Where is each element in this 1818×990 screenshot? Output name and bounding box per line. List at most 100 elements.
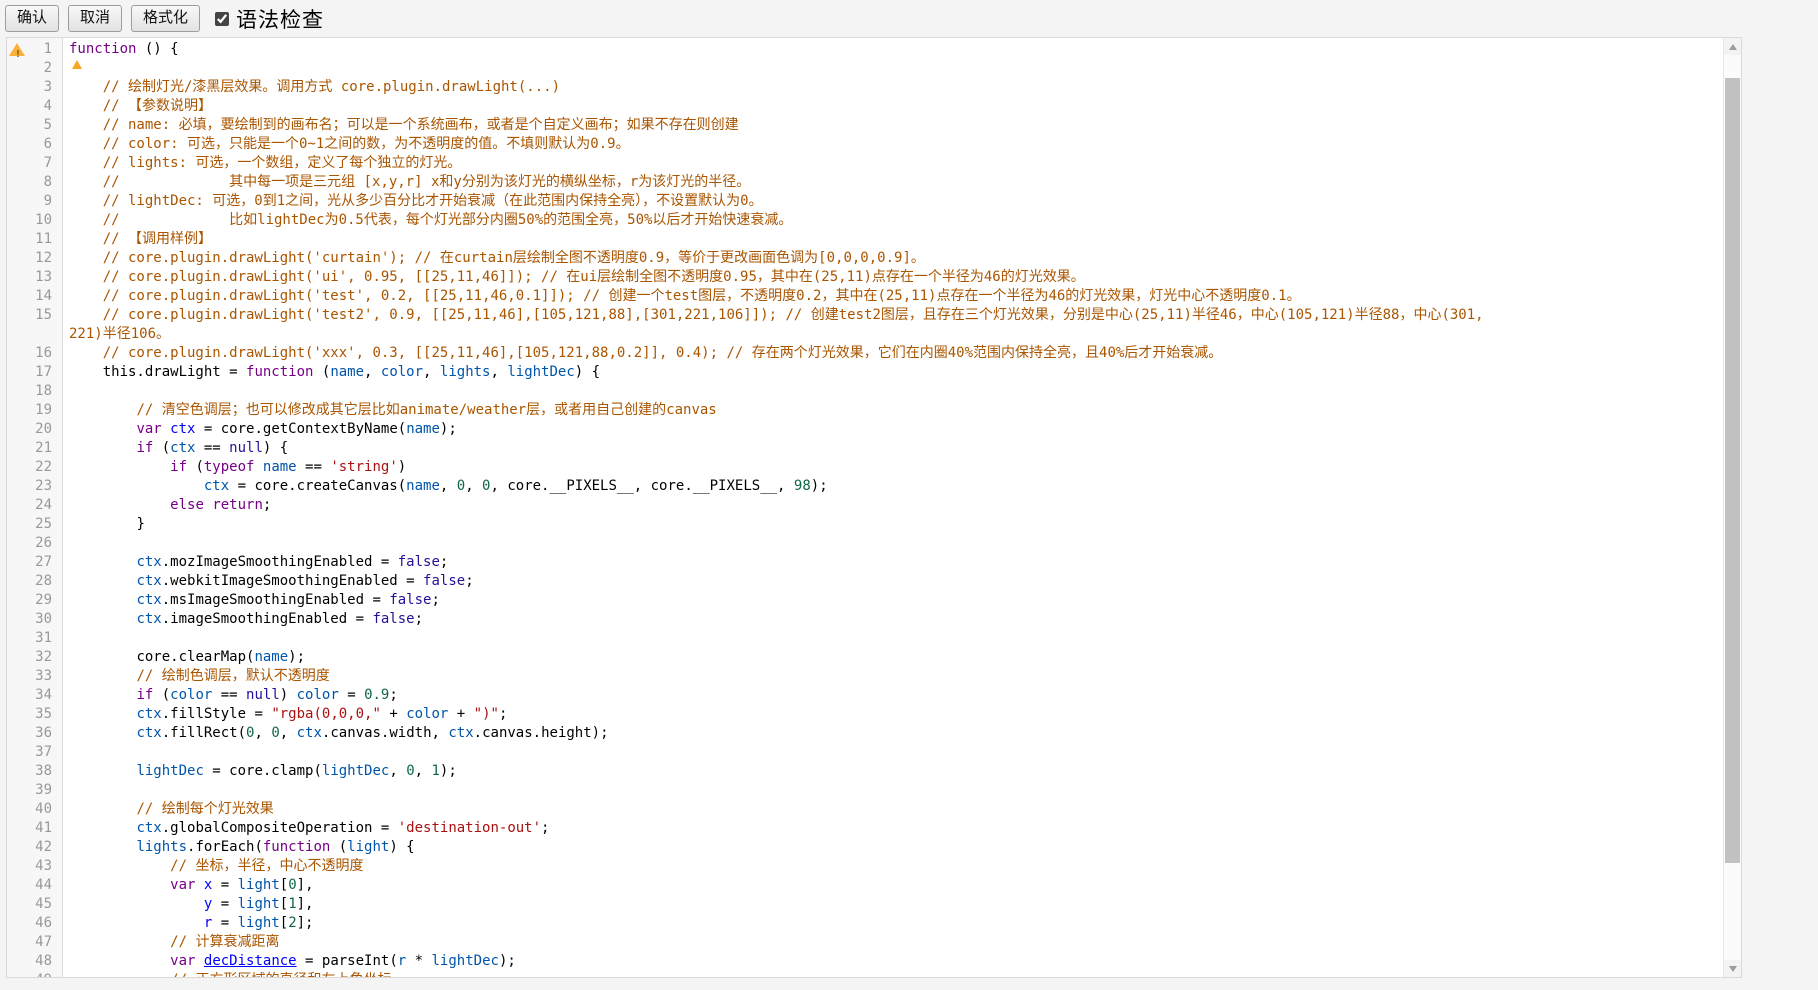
format-button[interactable]: 格式化 [131,5,200,32]
code-line[interactable]: 49 // 正方形区域的直径和左上角坐标 [7,971,1723,977]
code-line[interactable]: 34 if (color == null) color = 0.9; [7,686,1723,705]
code-line[interactable]: 4 // 【参数说明】 [7,97,1723,116]
line-content[interactable]: // name: 必填，要绘制到的画布名；可以是一个系统画布，或者是个自定义画布… [64,116,739,135]
line-content[interactable]: lightDec = core.clamp(lightDec, 0, 1); [64,762,457,781]
code-line[interactable]: 20 var ctx = core.getContextByName(name)… [7,420,1723,439]
syntax-check-checkbox[interactable] [215,12,229,26]
code-line[interactable]: 39 [7,781,1723,800]
code-line[interactable]: 25 } [7,515,1723,534]
code-line[interactable]: 5 // name: 必填，要绘制到的画布名；可以是一个系统画布，或者是个自定义… [7,116,1723,135]
code-line[interactable]: 33 // 绘制色调层，默认不透明度 [7,667,1723,686]
line-content[interactable]: ctx.webkitImageSmoothingEnabled = false; [64,572,474,591]
code-line[interactable]: 22 if (typeof name == 'string') [7,458,1723,477]
line-content[interactable]: ctx.msImageSmoothingEnabled = false; [64,591,440,610]
code-line[interactable]: 6 // color: 可选，只能是一个0~1之间的数，为不透明度的值。不填则默… [7,135,1723,154]
line-content[interactable]: ctx.imageSmoothingEnabled = false; [64,610,423,629]
line-content[interactable]: // 清空色调层；也可以修改成其它层比如animate/weather层，或者用… [64,401,717,420]
code-line[interactable]: 17 this.drawLight = function (name, colo… [7,363,1723,382]
code-line[interactable]: 29 ctx.msImageSmoothingEnabled = false; [7,591,1723,610]
line-content[interactable] [64,629,69,648]
code-line[interactable]: 44 var x = light[0], [7,876,1723,895]
code-line[interactable]: 14 // core.plugin.drawLight('test', 0.2,… [7,287,1723,306]
code-line[interactable]: 45 y = light[1], [7,895,1723,914]
code-line[interactable]: 21 if (ctx == null) { [7,439,1723,458]
code-line[interactable]: 37 [7,743,1723,762]
line-content[interactable]: ctx.globalCompositeOperation = 'destinat… [64,819,549,838]
code-line[interactable]: 35 ctx.fillStyle = "rgba(0,0,0," + color… [7,705,1723,724]
code-pane[interactable]: !1function () {23 // 绘制灯光/漆黑层效果。调用方式 cor… [7,38,1723,977]
line-content[interactable]: ctx.fillStyle = "rgba(0,0,0," + color + … [64,705,507,724]
line-content[interactable]: // 绘制灯光/漆黑层效果。调用方式 core.plugin.drawLight… [64,78,560,97]
code-line[interactable]: 15 // core.plugin.drawLight('test2', 0.9… [7,306,1723,344]
line-content[interactable] [64,534,69,553]
line-content[interactable]: // 其中每一项是三元组 [x,y,r] x和y分别为该灯光的横纵坐标，r为该灯… [64,173,750,192]
code-line[interactable]: 47 // 计算衰减距离 [7,933,1723,952]
line-content[interactable] [64,781,69,800]
line-content[interactable]: lights.forEach(function (light) { [64,838,415,857]
line-content[interactable]: // 绘制色调层，默认不透明度 [64,667,330,686]
scrollbar-up-arrow-icon[interactable] [1724,38,1741,55]
syntax-check-label[interactable]: 语法检查 [236,4,324,34]
line-content[interactable]: ctx = core.createCanvas(name, 0, 0, core… [64,477,828,496]
line-content[interactable]: y = light[1], [64,895,313,914]
line-content[interactable]: ctx.mozImageSmoothingEnabled = false; [64,553,448,572]
code-line[interactable]: 8 // 其中每一项是三元组 [x,y,r] x和y分别为该灯光的横纵坐标，r为… [7,173,1723,192]
line-content[interactable]: function () { [64,40,179,59]
line-content[interactable]: // 比如lightDec为0.5代表，每个灯光部分内圈50%的范围全亮，50%… [64,211,792,230]
code-line[interactable]: 13 // core.plugin.drawLight('ui', 0.95, … [7,268,1723,287]
code-line[interactable]: 11 // 【调用样例】 [7,230,1723,249]
code-line[interactable]: 9 // lightDec: 可选，0到1之间，光从多少百分比才开始衰减（在此范… [7,192,1723,211]
scrollbar-thumb[interactable] [1725,78,1740,863]
code-line[interactable]: 26 [7,534,1723,553]
code-line[interactable]: 24 else return; [7,496,1723,515]
code-line[interactable]: 16 // core.plugin.drawLight('xxx', 0.3, … [7,344,1723,363]
line-content[interactable]: this.drawLight = function (name, color, … [64,363,600,382]
line-content[interactable]: ctx.fillRect(0, 0, ctx.canvas.width, ctx… [64,724,609,743]
code-line[interactable]: 31 [7,629,1723,648]
line-content[interactable]: // core.plugin.drawLight('test2', 0.9, [… [64,306,1489,344]
code-line[interactable]: 30 ctx.imageSmoothingEnabled = false; [7,610,1723,629]
line-content[interactable] [64,382,69,401]
line-content[interactable]: var x = light[0], [64,876,314,895]
line-content[interactable]: // core.plugin.drawLight('curtain'); // … [64,249,925,268]
code-line[interactable]: 46 r = light[2]; [7,914,1723,933]
line-content[interactable]: // color: 可选，只能是一个0~1之间的数，为不透明度的值。不填则默认为… [64,135,630,154]
code-line[interactable]: 43 // 坐标，半径，中心不透明度 [7,857,1723,876]
line-content[interactable]: else return; [64,496,271,515]
code-line[interactable]: 42 lights.forEach(function (light) { [7,838,1723,857]
editor-vertical-scrollbar[interactable] [1723,38,1741,977]
line-content[interactable]: if (typeof name == 'string') [64,458,406,477]
code-line[interactable]: 27 ctx.mozImageSmoothingEnabled = false; [7,553,1723,572]
code-line[interactable]: 3 // 绘制灯光/漆黑层效果。调用方式 core.plugin.drawLig… [7,78,1723,97]
line-content[interactable]: // 计算衰减距离 [64,933,279,952]
line-content[interactable]: // 坐标，半径，中心不透明度 [64,857,363,876]
code-line[interactable]: 41 ctx.globalCompositeOperation = 'desti… [7,819,1723,838]
code-line[interactable]: 36 ctx.fillRect(0, 0, ctx.canvas.width, … [7,724,1723,743]
line-content[interactable]: if (ctx == null) { [64,439,288,458]
code-line[interactable]: 2 [7,59,1723,78]
line-content[interactable]: var decDistance = parseInt(r * lightDec)… [64,952,516,971]
code-line[interactable]: !1function () { [7,40,1723,59]
line-content[interactable]: // 正方形区域的直径和左上角坐标 [64,971,391,977]
line-content[interactable] [64,59,69,78]
code-line[interactable]: 7 // lights: 可选，一个数组，定义了每个独立的灯光。 [7,154,1723,173]
line-content[interactable]: // core.plugin.drawLight('xxx', 0.3, [[2… [64,344,1222,363]
line-content[interactable]: core.clearMap(name); [64,648,305,667]
code-line[interactable]: 23 ctx = core.createCanvas(name, 0, 0, c… [7,477,1723,496]
scrollbar-down-arrow-icon[interactable] [1724,960,1741,977]
line-content[interactable]: // core.plugin.drawLight('test', 0.2, [[… [64,287,1301,306]
line-content[interactable]: } [64,515,145,534]
line-content[interactable]: // 【调用样例】 [64,230,212,249]
line-content[interactable]: // 绘制每个灯光效果 [64,800,274,819]
code-line[interactable]: 28 ctx.webkitImageSmoothingEnabled = fal… [7,572,1723,591]
line-content[interactable]: var ctx = core.getContextByName(name); [64,420,457,439]
code-line[interactable]: 12 // core.plugin.drawLight('curtain'); … [7,249,1723,268]
code-area[interactable]: !1function () {23 // 绘制灯光/漆黑层效果。调用方式 cor… [7,40,1723,977]
cancel-button[interactable]: 取消 [68,5,122,32]
code-line[interactable]: 18 [7,382,1723,401]
code-line[interactable]: 40 // 绘制每个灯光效果 [7,800,1723,819]
line-content[interactable]: if (color == null) color = 0.9; [64,686,398,705]
line-content[interactable]: r = light[2]; [64,914,313,933]
line-content[interactable]: // lights: 可选，一个数组，定义了每个独立的灯光。 [64,154,461,173]
code-line[interactable]: 32 core.clearMap(name); [7,648,1723,667]
